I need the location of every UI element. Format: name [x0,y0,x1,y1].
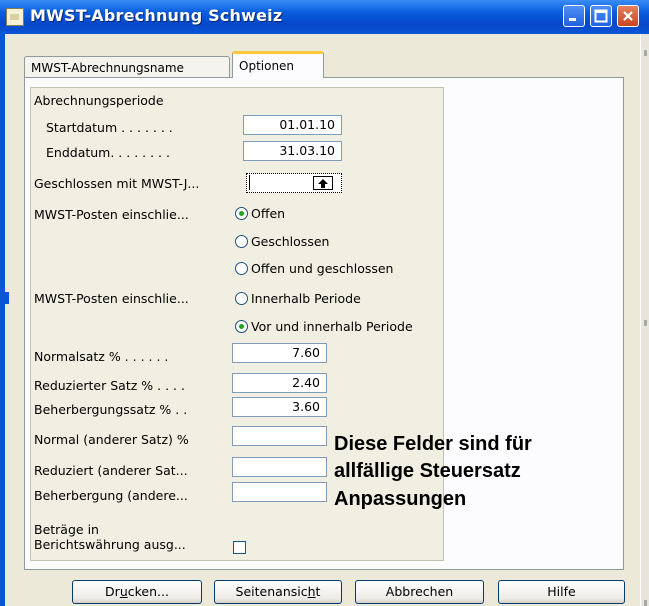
radio-offen-und-geschlossen-label[interactable]: Offen und geschlossen [251,261,393,276]
title-bar[interactable]: MWST-Abrechnung Schweiz [0,0,649,34]
radio-innerhalb-periode-label[interactable]: Innerhalb Periode [251,291,361,306]
report-currency-label-2: Berichtswährung ausg... [34,537,186,552]
posten-period-label: MWST-Posten einschlie... [34,291,189,306]
print-button[interactable]: Drucken... [72,580,202,604]
reduced-rate-label: Reduzierter Satz % . . . . [34,378,185,393]
annotation-line-2: allfällige Steuersatz [334,460,521,482]
maximize-button[interactable] [590,5,612,27]
start-date-label: Startdatum . . . . . . . [46,120,173,135]
preview-button[interactable]: Seitenansicht [214,580,342,604]
annotation-line-1: Diese Felder sind für [334,433,532,455]
normal-rate-field[interactable]: 7.60 [232,343,327,363]
radio-offen-label[interactable]: Offen [251,206,285,221]
minimize-icon [569,18,576,21]
reduced-rate-field[interactable]: 2.40 [232,373,327,393]
lodging-other-rate-field[interactable] [232,482,327,502]
tab-mwst-abrechnungsname[interactable]: MWST-Abrechnungsname [24,56,230,78]
radio-innerhalb-periode[interactable] [235,292,248,305]
tab-optionen[interactable]: Optionen [232,51,324,78]
lookup-button[interactable] [313,176,333,190]
help-button[interactable]: Hilfe [498,580,625,604]
minimize-button[interactable] [563,5,585,27]
radio-vor-und-innerhalb-periode-label[interactable]: Vor und innerhalb Periode [251,319,413,334]
text-cursor [249,175,250,190]
normal-other-rate-label: Normal (anderer Satz) % [34,432,189,447]
maximize-icon [594,9,608,23]
app-icon [6,8,24,26]
radio-geschlossen-label[interactable]: Geschlossen [251,234,329,249]
radio-geschlossen[interactable] [235,235,248,248]
period-heading: Abrechnungsperiode [34,93,164,108]
radio-offen-und-geschlossen[interactable] [235,262,248,275]
close-icon [623,11,633,21]
radio-vor-und-innerhalb-periode[interactable] [235,320,248,333]
normal-rate-label: Normalsatz % . . . . . . [34,349,169,364]
window-frame-right [640,34,649,606]
start-date-field[interactable]: 01.01.10 [243,115,342,135]
end-date-field[interactable]: 31.03.10 [243,141,342,161]
report-currency-checkbox[interactable] [233,541,246,554]
lodging-rate-label: Beherbergungssatz % . . [34,402,188,417]
normal-other-rate-field[interactable] [232,426,327,446]
close-button[interactable] [617,5,639,27]
end-date-label: Enddatum. . . . . . . . [46,145,170,160]
lodging-other-rate-label: Beherbergung (andere... [34,488,188,503]
report-currency-label-1: Beträge in [34,522,99,537]
window-title: MWST-Abrechnung Schweiz [30,6,283,25]
posten-open-closed-label: MWST-Posten einschlie... [34,207,189,222]
window-frame-left [0,34,5,606]
frame-marker [5,292,9,304]
radio-offen[interactable] [235,207,248,220]
reduced-other-rate-field[interactable] [232,457,327,477]
reduced-other-rate-label: Reduziert (anderer Sat... [34,463,188,478]
closed-with-label: Geschlossen mit MWST-J... [34,176,200,191]
lodging-rate-field[interactable]: 3.60 [232,397,327,417]
cancel-button[interactable]: Abbrechen [355,580,484,604]
lookup-arrow-icon [318,179,328,188]
annotation-line-3: Anpassungen [334,488,467,510]
